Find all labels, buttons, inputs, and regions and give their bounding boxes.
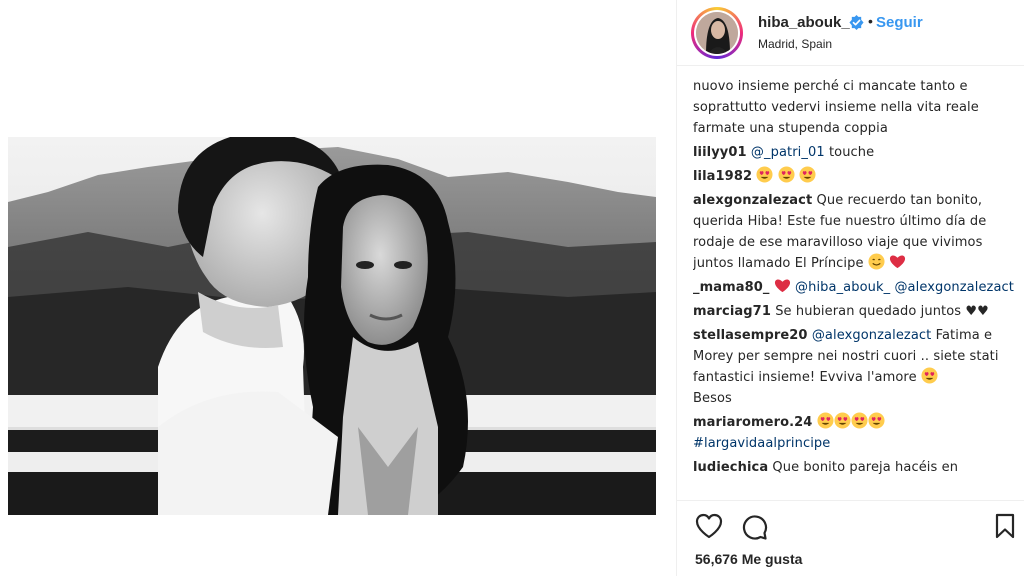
comment-username[interactable]: marciag71 [693, 304, 771, 319]
comment: _mama80_ @hiba_abouk_ @alexgonzalezact [693, 277, 1019, 298]
avatar-image [696, 12, 738, 54]
comment: alexgonzalezact Que recuerdo tan bonito,… [693, 190, 1019, 274]
mention-link[interactable]: @hiba_abouk_ [795, 280, 890, 295]
avatar[interactable] [691, 7, 743, 59]
comment: marciag71 Se hubieran quedado juntos ♥♥ [693, 301, 1019, 322]
follow-button[interactable]: Seguir [876, 14, 923, 31]
verified-badge-icon [849, 15, 864, 30]
comment: ludiechica Que bonito pareja hacéis en [693, 457, 1019, 478]
avatar-ring [694, 10, 740, 56]
heart-eyes-emoji-icon [778, 166, 795, 183]
comment-username[interactable]: ludiechica [693, 460, 768, 475]
heart-eyes-emoji-icon [834, 412, 851, 429]
bookmark-icon[interactable] [994, 513, 1016, 539]
comment-text: Se hubieran quedado juntos ♥♥ [775, 304, 989, 319]
comment-username[interactable]: mariaromero.24 [693, 415, 812, 430]
username[interactable]: hiba_abouk_ [758, 14, 850, 31]
post-sidebar: hiba_abouk_ • Seguir Madrid, Spain nuovo… [676, 0, 1024, 576]
post-header: hiba_abouk_ • Seguir Madrid, Spain [677, 0, 1024, 66]
post-photo[interactable] [8, 137, 656, 515]
heart-eyes-emoji-icon [817, 412, 834, 429]
comment: lila1982 [693, 166, 1019, 187]
comment: liilyy01 @_patri_01 touche [693, 142, 1019, 163]
heart-eyes-emoji-icon [799, 166, 816, 183]
heart-eyes-emoji-icon [851, 412, 868, 429]
comment-username[interactable]: _mama80_ [693, 280, 770, 295]
comment-username[interactable]: lila1982 [693, 169, 752, 184]
comment-text: nuovo insieme perché ci mancate tanto e … [693, 79, 979, 136]
red-heart-emoji-icon [889, 255, 906, 269]
location-link[interactable]: Madrid, Spain [758, 37, 832, 51]
comments-list[interactable]: nuovo insieme perché ci mancate tanto e … [693, 76, 1019, 496]
emoji-group [756, 166, 816, 184]
comment-text: touche [824, 145, 875, 160]
comment: nuovo insieme perché ci mancate tanto e … [693, 76, 1019, 139]
mention-link[interactable]: @_patri_01 [751, 145, 825, 160]
comment: mariaromero.24 #largavidaalprincipe [693, 412, 1019, 454]
smile-emoji-icon [868, 253, 885, 270]
hashtag-link[interactable]: #largavidaalprincipe [693, 436, 830, 451]
likes-count[interactable]: 56,676 Me gusta [695, 551, 802, 567]
comment-text: Que bonito pareja hacéis en [772, 460, 959, 475]
comment: stellasempre20 @alexgonzalezact Fatima e… [693, 325, 1019, 409]
heart-eyes-emoji-icon [921, 367, 938, 384]
red-heart-emoji-icon [774, 279, 790, 293]
separator-dot: • [868, 13, 873, 29]
post-image [8, 137, 656, 515]
mention-link[interactable]: @alexgonzalezact [812, 328, 932, 343]
mention-link[interactable]: @alexgonzalezact [894, 280, 1014, 295]
comment-text: Besos [693, 391, 732, 406]
heart-eyes-emoji-icon [868, 412, 885, 429]
post-actions: 56,676 Me gusta [677, 500, 1024, 576]
heart-icon[interactable] [695, 513, 723, 539]
comment-username[interactable]: liilyy01 [693, 145, 747, 160]
comment-username[interactable]: stellasempre20 [693, 328, 808, 343]
comment-icon[interactable] [740, 513, 768, 541]
heart-eyes-emoji-icon [756, 166, 773, 183]
comment-username[interactable]: alexgonzalezact [693, 193, 812, 208]
